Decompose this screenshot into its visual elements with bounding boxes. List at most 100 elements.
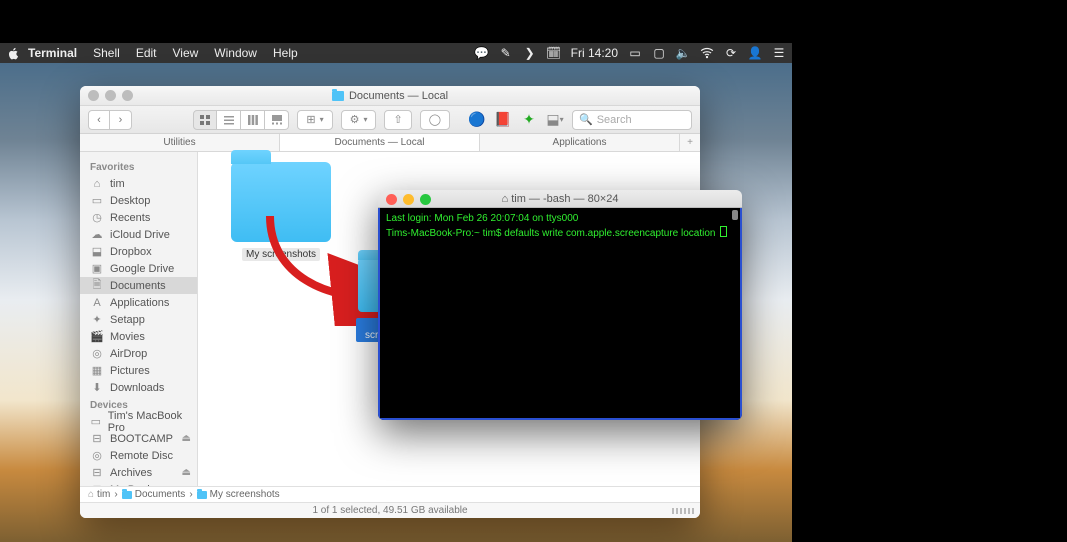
finder-title: Documents — Local bbox=[349, 90, 448, 102]
menu-app-name[interactable]: Terminal bbox=[20, 46, 85, 60]
search-icon: 🔍 bbox=[579, 113, 593, 126]
sidebar-glyph-icon: ⌂ bbox=[90, 178, 104, 190]
sidebar-item-google-drive[interactable]: ▣Google Drive bbox=[80, 260, 197, 277]
menu-window[interactable]: Window bbox=[206, 46, 265, 60]
sidebar-item-icloud-drive[interactable]: ☁iCloud Drive bbox=[80, 226, 197, 243]
column-view-button[interactable] bbox=[241, 110, 265, 130]
tab-applications[interactable]: Applications bbox=[480, 134, 680, 151]
action-menu[interactable]: ⚙▾ bbox=[341, 110, 377, 130]
arrange-menu[interactable]: ⊞▾ bbox=[297, 110, 332, 130]
list-icon[interactable]: ☰ bbox=[772, 46, 786, 60]
sidebar-item-tim-s-macbook-pro[interactable]: ▭Tim's MacBook Pro bbox=[80, 413, 197, 430]
close-icon[interactable] bbox=[386, 194, 397, 205]
sidebar-item-recents[interactable]: ◷ Recents bbox=[80, 209, 197, 226]
sidebar-item-pictures[interactable]: ▦Pictures bbox=[80, 362, 197, 379]
terminal-titlebar[interactable]: ⌂ tim — -bash — 80×24 bbox=[378, 190, 742, 208]
sidebar-item-setapp[interactable]: ✦Setapp bbox=[80, 311, 197, 328]
sidebar-item-documents[interactable]: 🗎Documents bbox=[80, 277, 197, 294]
menu-shell[interactable]: Shell bbox=[85, 46, 128, 60]
terminal-line: Tims-MacBook-Pro:~ tim$ defaults write c… bbox=[386, 226, 734, 241]
wifi-icon[interactable] bbox=[700, 46, 714, 60]
menu-view[interactable]: View bbox=[165, 46, 207, 60]
scrollbar-thumb[interactable] bbox=[732, 210, 738, 220]
green-app-icon[interactable]: ✦ bbox=[520, 111, 538, 129]
home-icon: ⌂ bbox=[501, 193, 508, 205]
sync-icon[interactable]: ⟳ bbox=[724, 46, 738, 60]
share-button[interactable]: ⇧ bbox=[384, 110, 411, 130]
sidebar-glyph-icon: ☁ bbox=[90, 228, 104, 241]
volume-icon[interactable]: 🔈 bbox=[676, 46, 690, 60]
scribble-icon[interactable]: ✎ bbox=[499, 46, 513, 60]
sidebar-item-applications[interactable]: AApplications bbox=[80, 294, 197, 311]
sidebar-item-desktop[interactable]: ▭Desktop bbox=[80, 192, 197, 209]
path-crumb[interactable]: My screenshots bbox=[210, 489, 280, 500]
sidebar-item-label: Movies bbox=[110, 331, 145, 343]
tab-documents[interactable]: Documents — Local bbox=[280, 134, 480, 151]
calendar-icon[interactable]: 🗓 bbox=[547, 46, 561, 60]
red-app-icon[interactable]: 📕 bbox=[494, 111, 512, 129]
path-crumb[interactable]: tim bbox=[97, 489, 110, 500]
add-tab-button[interactable]: + bbox=[680, 134, 700, 151]
minimize-icon[interactable] bbox=[105, 90, 116, 101]
chat-icon[interactable]: 💬 bbox=[475, 46, 489, 60]
battery-icon[interactable]: ▭ bbox=[628, 46, 642, 60]
eject-icon[interactable]: ⏏ bbox=[182, 484, 191, 486]
sidebar-item-archives[interactable]: ⊟Archives⏏ bbox=[80, 464, 197, 481]
menu-help[interactable]: Help bbox=[265, 46, 306, 60]
finder-traffic-lights[interactable] bbox=[88, 90, 133, 101]
sidebar-item-bootcamp[interactable]: ⊟ BOOTCAMP ⏏ bbox=[80, 430, 197, 447]
finder-titlebar[interactable]: Documents — Local bbox=[80, 86, 700, 106]
sidebar-item-airdrop[interactable]: ◎AirDrop bbox=[80, 345, 197, 362]
resize-grip-icon[interactable] bbox=[672, 508, 694, 514]
cloud-app-icon[interactable]: 🔵 bbox=[468, 111, 486, 129]
sidebar-glyph-icon: ◎ bbox=[90, 449, 104, 462]
sidebar-item-my-book[interactable]: ⊟My Book⏏ bbox=[80, 481, 197, 486]
display-icon[interactable]: ▢ bbox=[652, 46, 666, 60]
gallery-view-button[interactable] bbox=[265, 110, 289, 130]
menu-edit[interactable]: Edit bbox=[128, 46, 165, 60]
path-crumb[interactable]: Documents bbox=[135, 489, 186, 500]
sidebar-item-label: Remote Disc bbox=[110, 450, 173, 462]
sidebar-item-tim[interactable]: ⌂tim bbox=[80, 175, 197, 192]
sidebar-item-dropbox[interactable]: ⬓Dropbox bbox=[80, 243, 197, 260]
eject-icon[interactable]: ⏏ bbox=[182, 433, 191, 444]
sidebar-glyph-icon: ⊟ bbox=[90, 432, 104, 445]
sidebar-item-label: BOOTCAMP bbox=[110, 433, 173, 445]
eject-icon[interactable]: ⏏ bbox=[182, 467, 191, 478]
folder-item[interactable]: My screenshots bbox=[216, 162, 346, 262]
tags-button[interactable]: ◯ bbox=[420, 110, 450, 130]
back-button[interactable]: ‹ bbox=[88, 110, 110, 130]
tab-utilities[interactable]: Utilities bbox=[80, 134, 280, 151]
sidebar-item-movies[interactable]: 🎬 Movies bbox=[80, 328, 197, 345]
list-view-button[interactable] bbox=[217, 110, 241, 130]
terminal-line: Last login: Mon Feb 26 20:07:04 on ttys0… bbox=[386, 212, 734, 226]
dropbox-toolbar-icon[interactable]: ⬓▾ bbox=[546, 111, 564, 129]
user-icon[interactable]: 👤 bbox=[748, 46, 762, 60]
terminal-body[interactable]: Last login: Mon Feb 26 20:07:04 on ttys0… bbox=[378, 208, 742, 420]
sidebar-item-remote-disc[interactable]: ◎ Remote Disc bbox=[80, 447, 197, 464]
sidebar-glyph-icon: ⬇ bbox=[90, 381, 104, 394]
menubar: Terminal Shell Edit View Window Help 💬 ✎… bbox=[0, 43, 792, 63]
minimize-icon[interactable] bbox=[403, 194, 414, 205]
zoom-icon[interactable] bbox=[122, 90, 133, 101]
macos-desktop: Terminal Shell Edit View Window Help 💬 ✎… bbox=[0, 0, 792, 542]
close-icon[interactable] bbox=[88, 90, 99, 101]
terminal-traffic-lights[interactable] bbox=[386, 194, 431, 205]
sidebar-glyph-icon: ◷ bbox=[90, 211, 104, 224]
chevron-right-icon[interactable]: ❯ bbox=[523, 46, 537, 60]
sidebar-glyph-icon: ⊟ bbox=[90, 483, 104, 486]
finder-search[interactable]: 🔍 Search bbox=[572, 110, 692, 130]
finder-pathbar[interactable]: ⌂tim › Documents › My screenshots bbox=[80, 486, 700, 502]
sidebar-glyph-icon: 🎬 bbox=[90, 330, 104, 343]
apple-logo-icon[interactable] bbox=[6, 46, 20, 60]
view-mode-segmented[interactable] bbox=[193, 110, 289, 130]
forward-button[interactable]: › bbox=[110, 110, 132, 130]
sidebar-glyph-icon: ▦ bbox=[90, 364, 104, 377]
sidebar-item-label: Recents bbox=[110, 212, 150, 224]
menubar-clock[interactable]: Fri 14:20 bbox=[571, 46, 618, 60]
zoom-icon[interactable] bbox=[420, 194, 431, 205]
status-text: 1 of 1 selected, 49.51 GB available bbox=[312, 505, 467, 516]
sidebar-item-downloads[interactable]: ⬇Downloads bbox=[80, 379, 197, 396]
icon-view-button[interactable] bbox=[193, 110, 217, 130]
finder-tabs: Utilities Documents — Local Applications… bbox=[80, 134, 700, 152]
